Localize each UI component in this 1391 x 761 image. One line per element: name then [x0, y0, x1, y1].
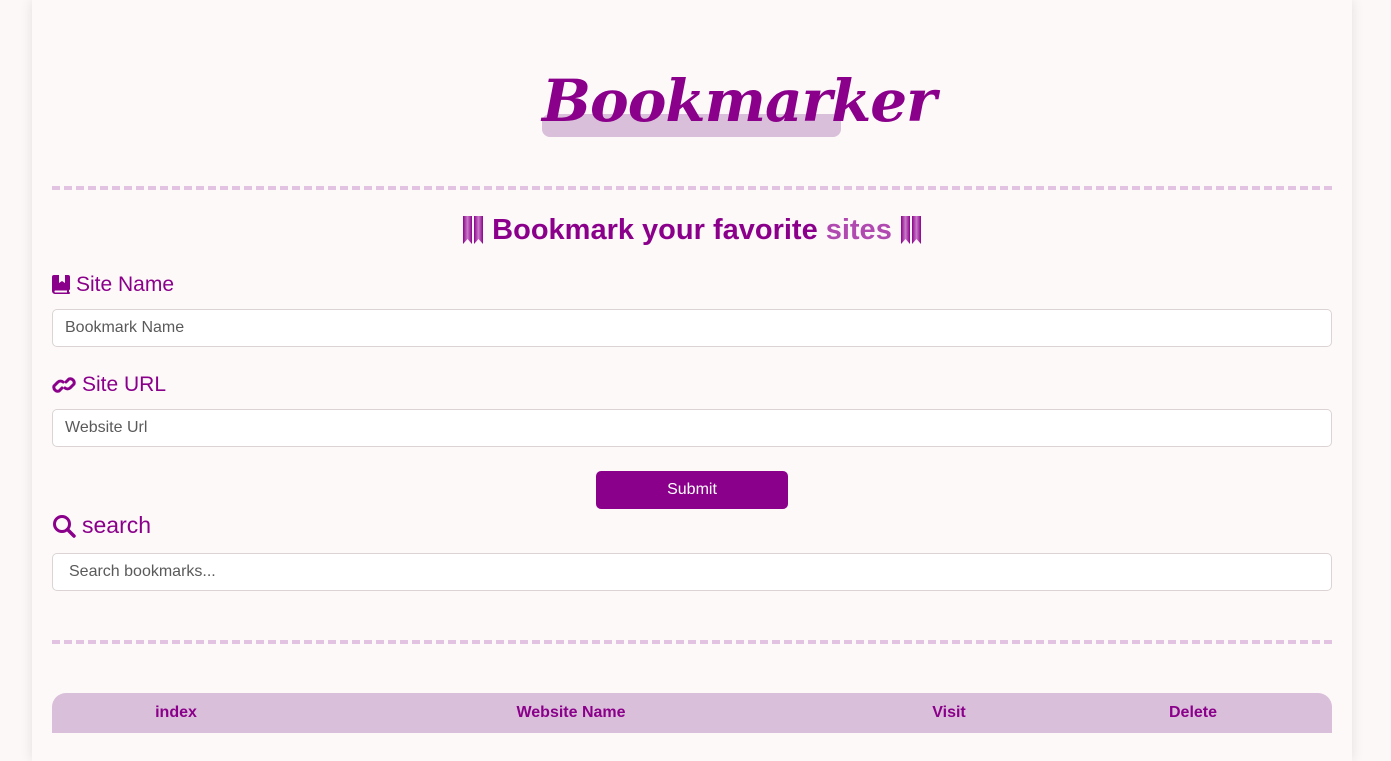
search-input[interactable] [52, 553, 1332, 591]
column-header-delete: Delete [1168, 704, 1218, 721]
bookmark-ribbon-icon [463, 216, 484, 244]
magnifier-icon [53, 514, 76, 538]
site-url-input[interactable] [52, 409, 1332, 447]
site-name-input[interactable] [52, 309, 1332, 347]
subtitle-main: Bookmark your favorite [492, 213, 818, 246]
search-label: search [52, 512, 151, 539]
site-url-label-text: Site URL [82, 373, 167, 396]
subtitle-accent: sites [825, 213, 892, 246]
logo: Bookmarker [542, 64, 937, 138]
bookmarks-table-header: index Website Name Visit Delete [52, 693, 1332, 733]
site-name-label: Site Name [52, 273, 174, 297]
site-name-label-text: Site Name [76, 273, 175, 296]
submit-button[interactable]: Submit [596, 471, 788, 509]
bottom-divider [52, 640, 1332, 644]
column-header-index: index [155, 704, 197, 721]
column-header-visit: Visit [932, 704, 966, 721]
book-bookmark-icon [52, 275, 70, 294]
link-icon [52, 377, 76, 393]
column-header-website-name: Website Name [516, 704, 626, 721]
bookmark-ribbon-icon [900, 216, 921, 244]
site-url-label: Site URL [52, 373, 166, 397]
search-label-text: search [82, 512, 152, 538]
main-container: Bookmarker Bookmark your favorite sites [32, 0, 1352, 761]
top-divider [52, 186, 1332, 190]
logo-text: Bookmarker [542, 67, 937, 135]
page-subtitle: Bookmark your favorite sites [32, 208, 1352, 252]
